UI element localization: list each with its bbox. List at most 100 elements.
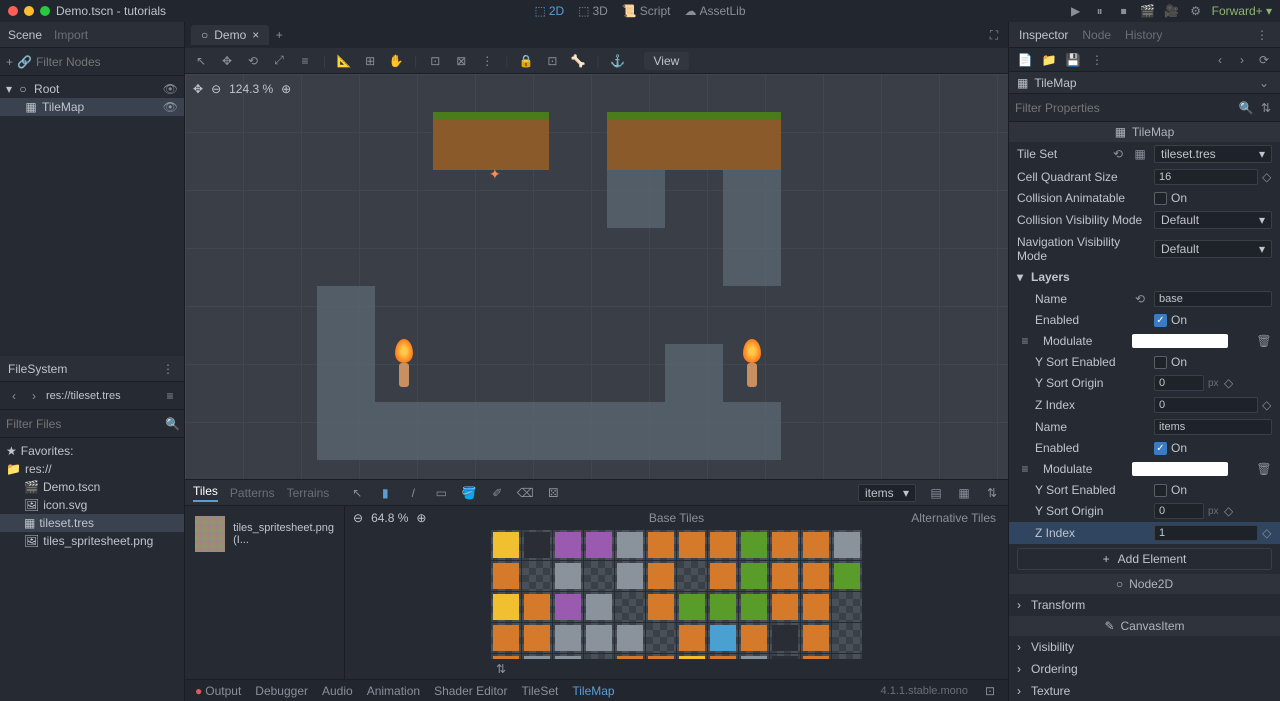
modulate-color[interactable] [1132,462,1228,476]
filter-options-icon[interactable]: ⇅ [1258,100,1274,116]
eraser-tool-icon[interactable]: ⌫ [517,485,533,501]
layers-section[interactable]: ▾Layers [1009,266,1280,288]
debugger-tab[interactable]: Debugger [255,684,308,698]
visibility-icon[interactable]: 👁 [163,82,178,96]
ysort-checkbox[interactable] [1154,356,1167,369]
drag-handle-icon[interactable]: ≡ [1017,333,1033,349]
list-tool-icon[interactable]: ≡ [297,53,313,69]
edit-icon[interactable]: ▦ [1132,146,1148,162]
window-minimize[interactable] [24,6,34,16]
snap-tool-icon[interactable]: ⊞ [362,53,378,69]
spinner-icon[interactable]: ◇ [1223,504,1235,518]
zindex-input[interactable] [1154,397,1258,413]
back-icon[interactable]: ‹ [6,388,22,404]
zoom-in-icon[interactable]: ⊕ [281,82,291,96]
spritesheet-view[interactable] [345,530,1008,659]
zoom-in-icon[interactable]: ⊕ [416,511,426,525]
search-icon[interactable]: 🔍 [165,416,180,432]
sort-tiles-icon[interactable]: ⇅ [493,661,509,677]
visibility-section[interactable]: ›Visibility [1009,636,1280,658]
history-forward-icon[interactable]: › [1234,52,1250,68]
collanim-checkbox[interactable] [1154,192,1167,205]
rotate-tool-icon[interactable]: ⟲ [245,53,261,69]
window-close[interactable] [8,6,18,16]
patterns-tab[interactable]: Patterns [230,486,275,500]
rect-tool-icon[interactable]: ▭ [433,485,449,501]
scale-tool-icon[interactable]: ⤢ [271,53,287,69]
spinner-icon[interactable]: ◇ [1223,376,1235,390]
add-element-button[interactable]: +Add Element [1017,548,1272,570]
play-icon[interactable]: ▶ [1068,3,1084,19]
drag-handle-icon[interactable]: ≡ [1017,461,1033,477]
file-item[interactable]: 🖼icon.svg [0,496,184,514]
file-item[interactable]: 🖼tiles_spritesheet.png [0,532,184,550]
paint-tool-icon[interactable]: ▮ [377,485,393,501]
lock-icon[interactable]: 🔒 [518,53,534,69]
zoom-out-icon[interactable]: ⊖ [211,82,221,96]
revert-icon[interactable]: ⟲ [1110,146,1126,162]
pause-icon[interactable]: ⏸ [1092,3,1108,19]
scene-tab-demo[interactable]: ○ Demo × [191,25,269,45]
filesystem-more-icon[interactable]: ⋮ [160,361,176,377]
collvis-dropdown[interactable]: Default▾ [1154,211,1272,229]
picker-tool-icon[interactable]: ✐ [489,485,505,501]
pan-tool-icon[interactable]: ✋ [388,53,404,69]
refresh-icon[interactable]: ⟳ [1256,52,1272,68]
renderer-dropdown[interactable]: Forward+ ▾ [1212,4,1272,18]
enabled-checkbox[interactable]: ✓ [1154,442,1167,455]
file-item[interactable]: 🎬Demo.tscn [0,478,184,496]
delete-layer-icon[interactable]: 🗑 [1256,333,1272,349]
section-node2d[interactable]: ○ Node2D [1009,574,1280,594]
enabled-checkbox[interactable]: ✓ [1154,314,1167,327]
render-icon[interactable]: ⚙ [1188,3,1204,19]
close-tab-icon[interactable]: × [252,28,259,42]
import-tab[interactable]: Import [54,28,88,42]
transform-section[interactable]: ›Transform [1009,594,1280,616]
collapse-icon[interactable]: ▾ [6,82,12,96]
view-dropdown[interactable]: View [644,52,690,70]
spinner-icon[interactable]: ◇ [1262,526,1272,540]
line-tool-icon[interactable]: / [405,485,421,501]
tree-tilemap-node[interactable]: ▦ TileMap 👁 [0,98,184,116]
terrains-tab[interactable]: Terrains [287,486,330,500]
scene-filter-input[interactable] [36,55,191,69]
props-filter-input[interactable] [1015,101,1234,115]
group-icon[interactable]: ⊡ [544,53,560,69]
layer-name-input[interactable] [1154,419,1272,435]
history-back-icon[interactable]: ‹ [1212,52,1228,68]
new-tab-icon[interactable]: + [271,27,287,43]
ysort-checkbox[interactable] [1154,484,1167,497]
shader-tab[interactable]: Shader Editor [434,684,507,698]
revert-icon[interactable]: ⟲ [1132,291,1148,307]
zindex-input[interactable] [1154,525,1258,541]
bucket-tool-icon[interactable]: 🪣 [461,485,477,501]
expand-bottom-icon[interactable]: ⊡ [982,683,998,699]
ysortorigin-input[interactable] [1154,503,1204,519]
zoom-out-icon[interactable]: ⊖ [353,511,363,525]
file-item[interactable]: ▦tileset.tres [0,514,184,532]
filesystem-tab[interactable]: FileSystem [8,362,67,376]
mode-assetlib[interactable]: ☁ AssetLib [684,4,745,18]
mode-3d[interactable]: ⬚ 3D [578,4,608,18]
animation-tab[interactable]: Animation [367,684,420,698]
res-folder[interactable]: 📁 res:// [0,460,184,478]
ruler-tool-icon[interactable]: 📐 [336,53,352,69]
grid-icon[interactable]: ▦ [956,485,972,501]
spinner-icon[interactable]: ◇ [1262,398,1272,412]
tiles-tab[interactable]: Tiles [193,484,218,502]
tree-root-node[interactable]: ▾ ○ Root 👁 [0,80,184,98]
mode-2d[interactable]: ⬚ 2D [534,4,564,18]
spinner-icon[interactable]: ◇ [1262,170,1272,184]
visibility-icon[interactable]: 👁 [163,100,178,114]
section-canvasitem[interactable]: ✎ CanvasItem [1009,616,1280,636]
output-tab[interactable]: Output [195,684,241,698]
split-icon[interactable]: ≡ [162,388,178,404]
add-node-icon[interactable]: + [6,54,13,70]
select-tool-icon[interactable]: ↖ [193,53,209,69]
viewport-move-icon[interactable]: ✥ [193,82,203,96]
tiles-zoom-value[interactable]: 64.8 % [371,511,408,525]
move-tool-icon[interactable]: ✥ [219,53,235,69]
new-resource-icon[interactable]: 📄 [1017,52,1033,68]
zoom-value[interactable]: 124.3 % [229,82,273,96]
random-tool-icon[interactable]: ⚄ [545,485,561,501]
